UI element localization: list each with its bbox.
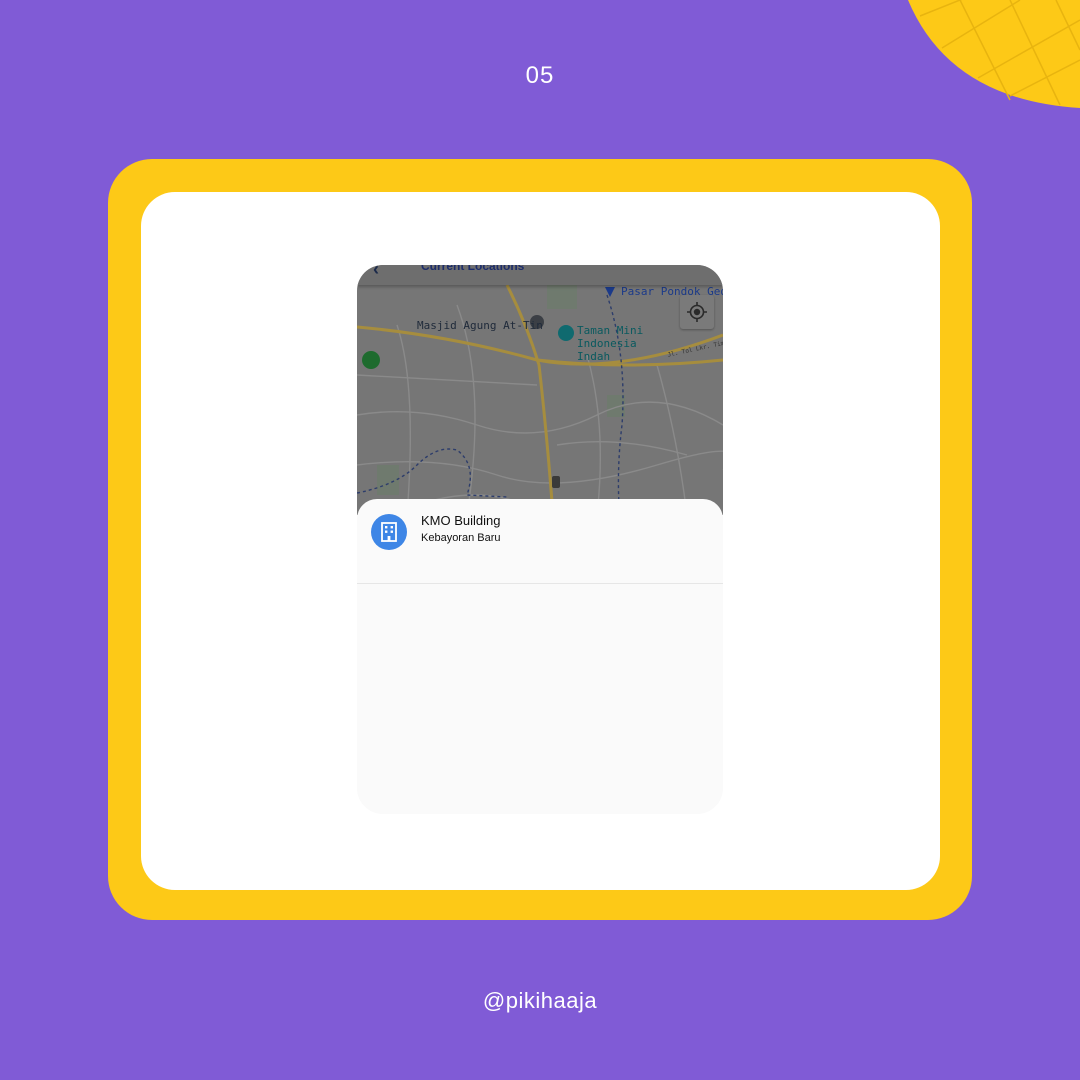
header-title: Current Locations xyxy=(421,265,525,273)
page-number: 05 xyxy=(525,62,555,89)
app-header: ‹ Current Locations xyxy=(357,265,723,285)
back-arrow-icon[interactable]: ‹ xyxy=(373,265,379,280)
map-label-masjid: Masjid Agung At-Tin xyxy=(417,319,543,332)
decorative-corner-shape xyxy=(908,0,1080,108)
result-name: KMO Building xyxy=(421,513,501,528)
map-label-taman-mini: Taman Mini Indonesia Indah xyxy=(577,324,644,363)
result-area: Kebayoran Baru xyxy=(421,532,501,544)
my-location-button[interactable] xyxy=(680,295,714,329)
author-handle: @pikihaaja xyxy=(482,988,598,1013)
results-sheet: KMO Building Kebayoran Baru xyxy=(357,499,723,814)
phone-screen: Pasar Pondok Gede Masjid Agung At-Tin Ta… xyxy=(357,265,723,814)
building-icon xyxy=(371,514,407,550)
my-location-icon xyxy=(687,302,707,322)
list-item[interactable]: KMO Building Kebayoran Baru xyxy=(357,499,723,584)
map-view[interactable]: Pasar Pondok Gede Masjid Agung At-Tin Ta… xyxy=(357,265,723,515)
